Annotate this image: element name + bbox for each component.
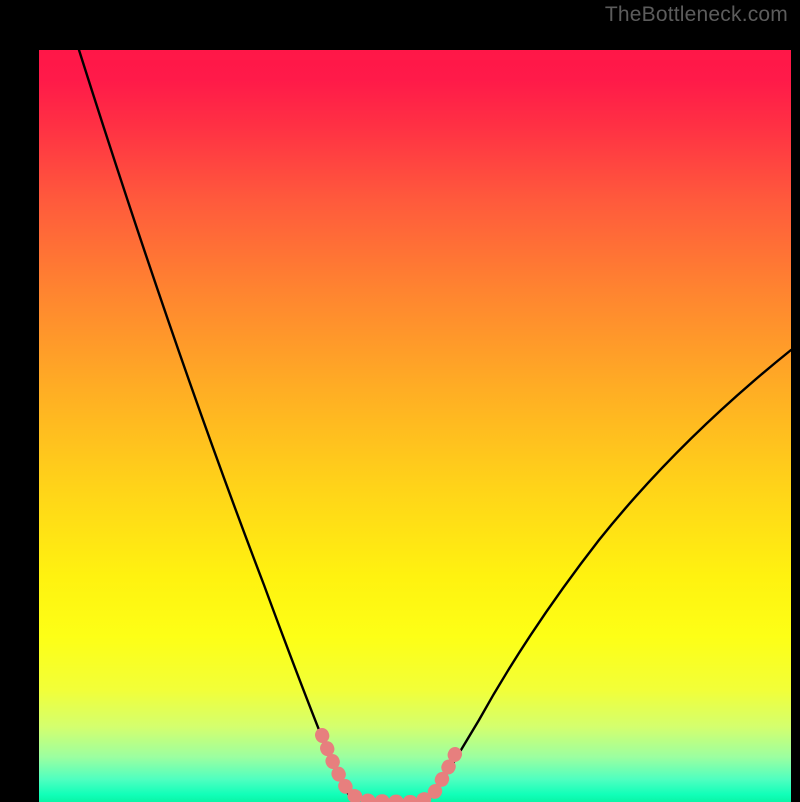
chart-frame xyxy=(15,20,785,790)
bottleneck-curve-svg xyxy=(39,50,791,802)
optimal-range-highlight xyxy=(322,735,457,802)
left-branch-curve xyxy=(79,50,349,795)
right-branch-curve xyxy=(434,350,791,795)
watermark-text: TheBottleneck.com xyxy=(605,3,788,27)
plot-area xyxy=(39,50,791,802)
